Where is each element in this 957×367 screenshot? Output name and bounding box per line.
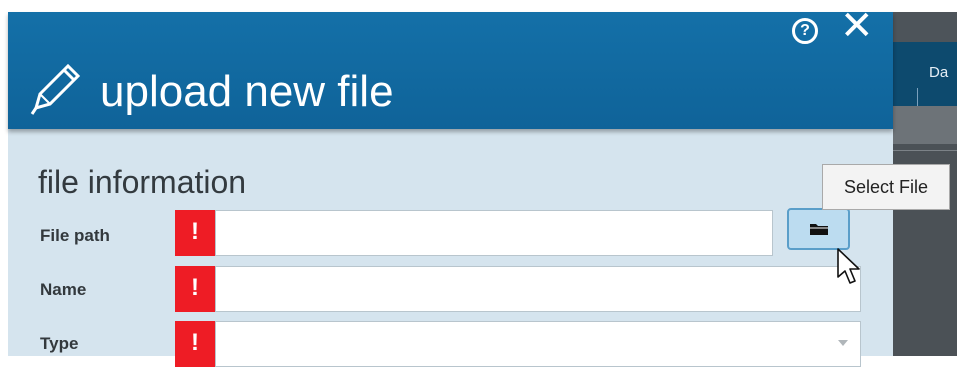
section-title: file information	[38, 164, 247, 200]
select-file-button[interactable]	[787, 208, 850, 250]
upload-file-dialog: ? ✕ upload new file file information Fil…	[8, 6, 893, 367]
name-label: Name	[40, 280, 87, 299]
select-file-tooltip: Select File	[822, 164, 950, 210]
pencil-icon	[30, 63, 81, 115]
type-dropdown[interactable]	[215, 321, 861, 367]
background-divider	[893, 150, 957, 151]
background-topbar	[893, 12, 957, 42]
type-label: Type	[40, 334, 79, 353]
background-subbar	[893, 106, 957, 144]
name-input[interactable]	[215, 266, 861, 312]
help-icon[interactable]: ?	[792, 18, 818, 44]
background-header-text: Da	[929, 64, 949, 81]
type-required-icon: !	[175, 321, 215, 367]
close-icon[interactable]: ✕	[840, 6, 874, 46]
mouse-pointer-icon	[837, 248, 860, 284]
file-path-input[interactable]	[215, 210, 773, 256]
chevron-down-icon	[838, 340, 848, 346]
dialog-header: ? ✕ upload new file	[8, 6, 893, 129]
file-path-required-icon: !	[175, 210, 215, 256]
folder-icon	[810, 224, 828, 235]
dialog-title: upload new file	[100, 67, 394, 116]
file-path-label: File path	[40, 226, 110, 245]
name-required-icon: !	[175, 266, 215, 312]
